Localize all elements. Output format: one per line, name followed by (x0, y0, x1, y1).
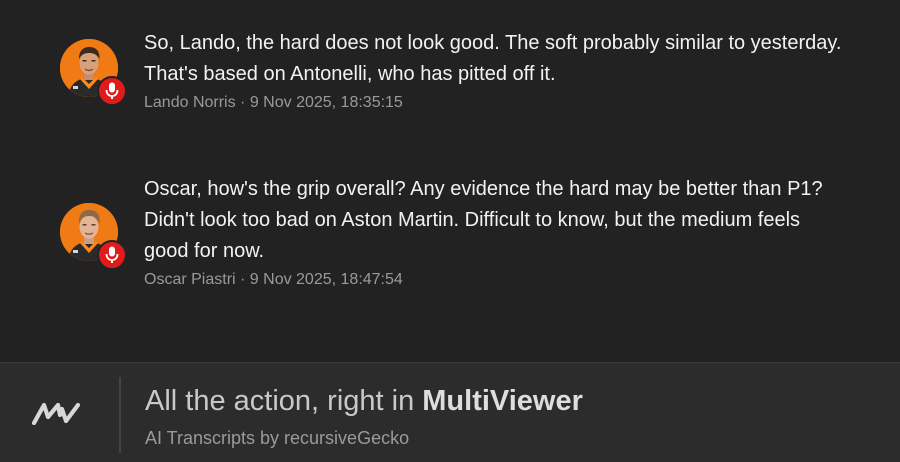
multiviewer-logo-icon (31, 401, 88, 426)
microphone-icon (97, 240, 127, 270)
message-meta: Oscar Piastri · 9 Nov 2025, 18:47:54 (144, 271, 403, 288)
message-content: So, Lando, the hard does not look good. … (144, 28, 849, 114)
avatar (60, 39, 127, 106)
footer-subtitle: AI Transcripts by recursiveGecko (145, 428, 410, 448)
microphone-icon (97, 76, 127, 106)
footer-divider (119, 377, 121, 453)
message-text: Oscar, how's the grip overall? Any evide… (144, 178, 823, 262)
message-content: Oscar, how's the grip overall? Any evide… (144, 174, 849, 291)
message-meta: Lando Norris · 9 Nov 2025, 18:35:15 (144, 94, 403, 111)
transcript-list: So, Lando, the hard does not look good. … (0, 0, 900, 362)
footer-headline: All the action, right in MultiViewer (145, 383, 583, 419)
message-text: So, Lando, the hard does not look good. … (144, 32, 842, 85)
promo-footer: All the action, right in MultiViewer AI … (0, 362, 900, 462)
footer-brand: MultiViewer (422, 385, 583, 417)
footer-headline-prefix: All the action, right in (145, 385, 423, 417)
avatar (60, 203, 127, 270)
page: So, Lando, the hard does not look good. … (0, 0, 900, 462)
